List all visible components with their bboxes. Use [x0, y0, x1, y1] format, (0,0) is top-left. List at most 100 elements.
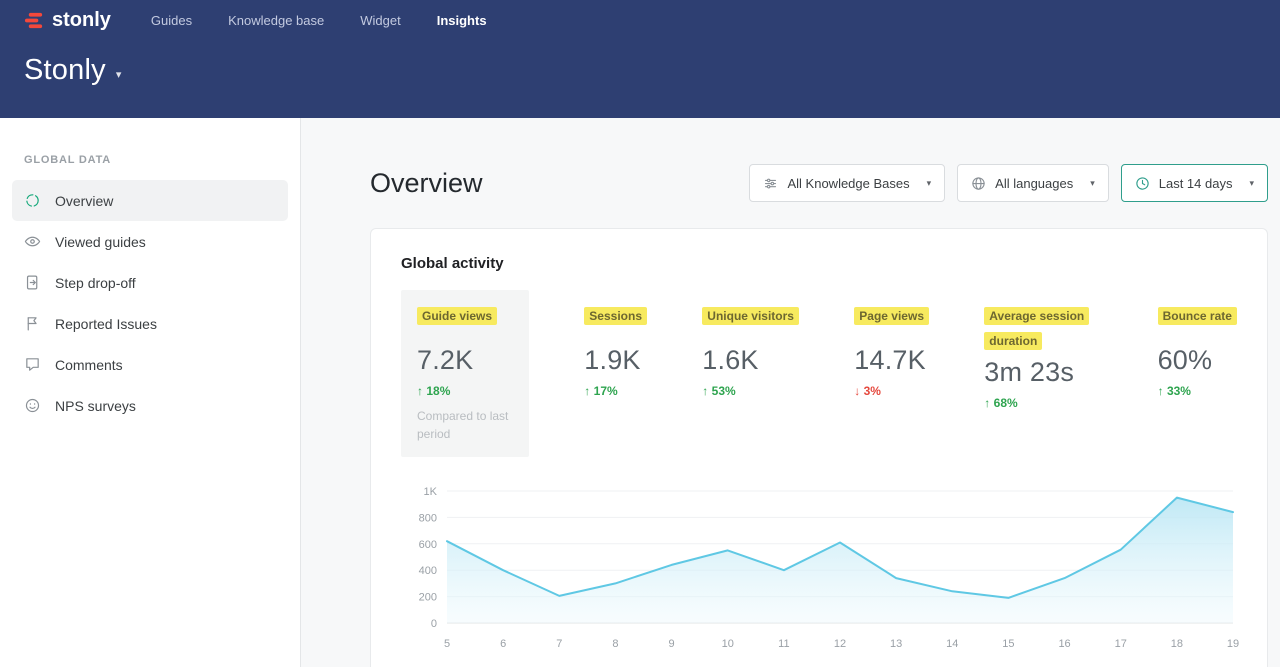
metric-label: Unique visitors	[702, 307, 799, 325]
metric-value: 1.6K	[702, 345, 799, 376]
overview-icon	[24, 192, 41, 209]
svg-text:0: 0	[431, 618, 437, 630]
metric-sessions[interactable]: Sessions 1.9K ↑ 17%	[584, 290, 647, 457]
nav-knowledge-base[interactable]: Knowledge base	[228, 13, 324, 28]
svg-text:13: 13	[890, 638, 902, 650]
sliders-icon	[763, 176, 778, 191]
metric-page-views[interactable]: Page views 14.7K ↓ 3%	[854, 290, 929, 457]
metric-label: Page views	[854, 307, 929, 325]
clock-icon	[1135, 176, 1150, 191]
date-range-filter-value: Last 14 days	[1159, 176, 1233, 191]
sidebar: GLOBAL DATA Overview Viewed guides Step …	[0, 118, 301, 667]
svg-text:9: 9	[669, 638, 675, 650]
eye-icon	[24, 233, 41, 250]
chevron-down-icon: ▾	[1249, 178, 1254, 189]
metric-value: 1.9K	[584, 345, 647, 376]
metric-average-session-duration[interactable]: Average session duration 3m 23s ↑ 68%	[984, 290, 1102, 457]
sidebar-item-label: Reported Issues	[55, 316, 157, 332]
svg-text:11: 11	[778, 638, 789, 650]
metric-label: Sessions	[584, 307, 647, 325]
sidebar-item-viewed-guides[interactable]: Viewed guides	[12, 221, 288, 262]
svg-text:6: 6	[500, 638, 506, 650]
metric-value: 14.7K	[854, 345, 929, 376]
date-range-filter[interactable]: Last 14 days ▾	[1121, 164, 1268, 202]
smiley-icon	[24, 397, 41, 414]
svg-text:8: 8	[612, 638, 618, 650]
global-activity-card: Global activity Guide views 7.2K ↑ 18% C…	[370, 228, 1268, 667]
metric-change: ↑ 68%	[984, 396, 1102, 410]
metric-change: ↑ 53%	[702, 384, 799, 398]
sidebar-item-label: Overview	[55, 193, 113, 209]
sidebar-item-overview[interactable]: Overview	[12, 180, 288, 221]
nav-insights[interactable]: Insights	[437, 13, 487, 28]
main-header: Overview All Knowledge Bases ▾ All langu…	[370, 164, 1268, 202]
metric-value: 3m 23s	[984, 357, 1102, 388]
workspace-selector[interactable]: Stonly ▾	[24, 54, 121, 87]
globe-icon	[971, 176, 986, 191]
metric-value: 7.2K	[417, 345, 513, 376]
svg-text:400: 400	[419, 565, 437, 577]
metrics-row: Guide views 7.2K ↑ 18% Compared to last …	[401, 290, 1237, 457]
svg-text:19: 19	[1227, 638, 1239, 650]
sidebar-item-step-drop-off[interactable]: Step drop-off	[12, 262, 288, 303]
sidebar-item-reported-issues[interactable]: Reported Issues	[12, 303, 288, 344]
sidebar-item-label: NPS surveys	[55, 398, 136, 414]
sidebar-item-label: Comments	[55, 357, 123, 373]
knowledge-bases-filter-value: All Knowledge Bases	[787, 176, 909, 191]
main-content: Overview All Knowledge Bases ▾ All langu…	[301, 118, 1280, 667]
svg-text:10: 10	[722, 638, 734, 650]
metric-label: Average session duration	[984, 307, 1089, 350]
svg-text:800: 800	[419, 512, 437, 524]
sidebar-item-comments[interactable]: Comments	[12, 344, 288, 385]
sidebar-item-label: Step drop-off	[55, 275, 136, 291]
svg-text:7: 7	[556, 638, 562, 650]
languages-filter-value: All languages	[995, 176, 1073, 191]
workspace-title: Stonly	[24, 54, 106, 87]
page-title: Overview	[370, 168, 483, 199]
nav-widget[interactable]: Widget	[360, 13, 400, 28]
svg-text:14: 14	[946, 638, 958, 650]
flag-icon	[24, 315, 41, 332]
metric-label: Bounce rate	[1158, 307, 1237, 325]
svg-text:15: 15	[1002, 638, 1014, 650]
metric-change: ↓ 3%	[854, 384, 929, 398]
filters: All Knowledge Bases ▾ All languages ▾ La…	[749, 164, 1268, 202]
app-header: stonly Guides Knowledge base Widget Insi…	[0, 0, 1280, 118]
step-dropoff-icon	[24, 274, 41, 291]
sidebar-section-label: GLOBAL DATA	[0, 154, 300, 166]
activity-chart-wrap: 0 200 400 600 800 1K 5 6 7 8 9 10 11 12 13 14 15 16 17 18 19	[401, 483, 1237, 658]
nav-guides[interactable]: Guides	[151, 13, 192, 28]
logo-text: stonly	[52, 9, 111, 32]
svg-text:1K: 1K	[424, 486, 438, 498]
svg-text:200: 200	[419, 592, 437, 604]
languages-filter[interactable]: All languages ▾	[957, 164, 1109, 202]
activity-area-chart: 0 200 400 600 800 1K 5 6 7 8 9 10 11 12 13 14 15 16 17 18 19	[401, 483, 1241, 653]
metric-change: ↑ 17%	[584, 384, 647, 398]
svg-text:16: 16	[1058, 638, 1070, 650]
knowledge-bases-filter[interactable]: All Knowledge Bases ▾	[749, 164, 945, 202]
metric-label: Guide views	[417, 307, 497, 325]
metric-value: 60%	[1158, 345, 1237, 376]
svg-text:18: 18	[1171, 638, 1183, 650]
sidebar-item-nps-surveys[interactable]: NPS surveys	[12, 385, 288, 426]
stonly-logo-icon	[24, 10, 45, 31]
top-nav: Guides Knowledge base Widget Insights	[151, 13, 487, 28]
metric-guide-views[interactable]: Guide views 7.2K ↑ 18% Compared to last …	[401, 290, 529, 457]
stonly-logo[interactable]: stonly	[24, 9, 111, 32]
metric-bounce-rate[interactable]: Bounce rate 60% ↑ 33%	[1158, 290, 1237, 457]
sidebar-item-label: Viewed guides	[55, 234, 146, 250]
metric-change: ↑ 33%	[1158, 384, 1237, 398]
top-nav-row: stonly Guides Knowledge base Widget Insi…	[24, 0, 1256, 40]
metric-compare-note: Compared to last period	[417, 407, 513, 443]
metric-change: ↑ 18%	[417, 384, 513, 398]
svg-text:5: 5	[444, 638, 450, 650]
comments-icon	[24, 356, 41, 373]
chevron-down-icon: ▾	[927, 178, 932, 189]
svg-text:600: 600	[419, 539, 437, 551]
chevron-down-icon: ▾	[1090, 178, 1095, 189]
svg-text:17: 17	[1115, 638, 1127, 650]
svg-text:12: 12	[834, 638, 846, 650]
chevron-down-icon: ▾	[116, 68, 122, 81]
metric-unique-visitors[interactable]: Unique visitors 1.6K ↑ 53%	[702, 290, 799, 457]
card-title: Global activity	[401, 255, 1237, 272]
